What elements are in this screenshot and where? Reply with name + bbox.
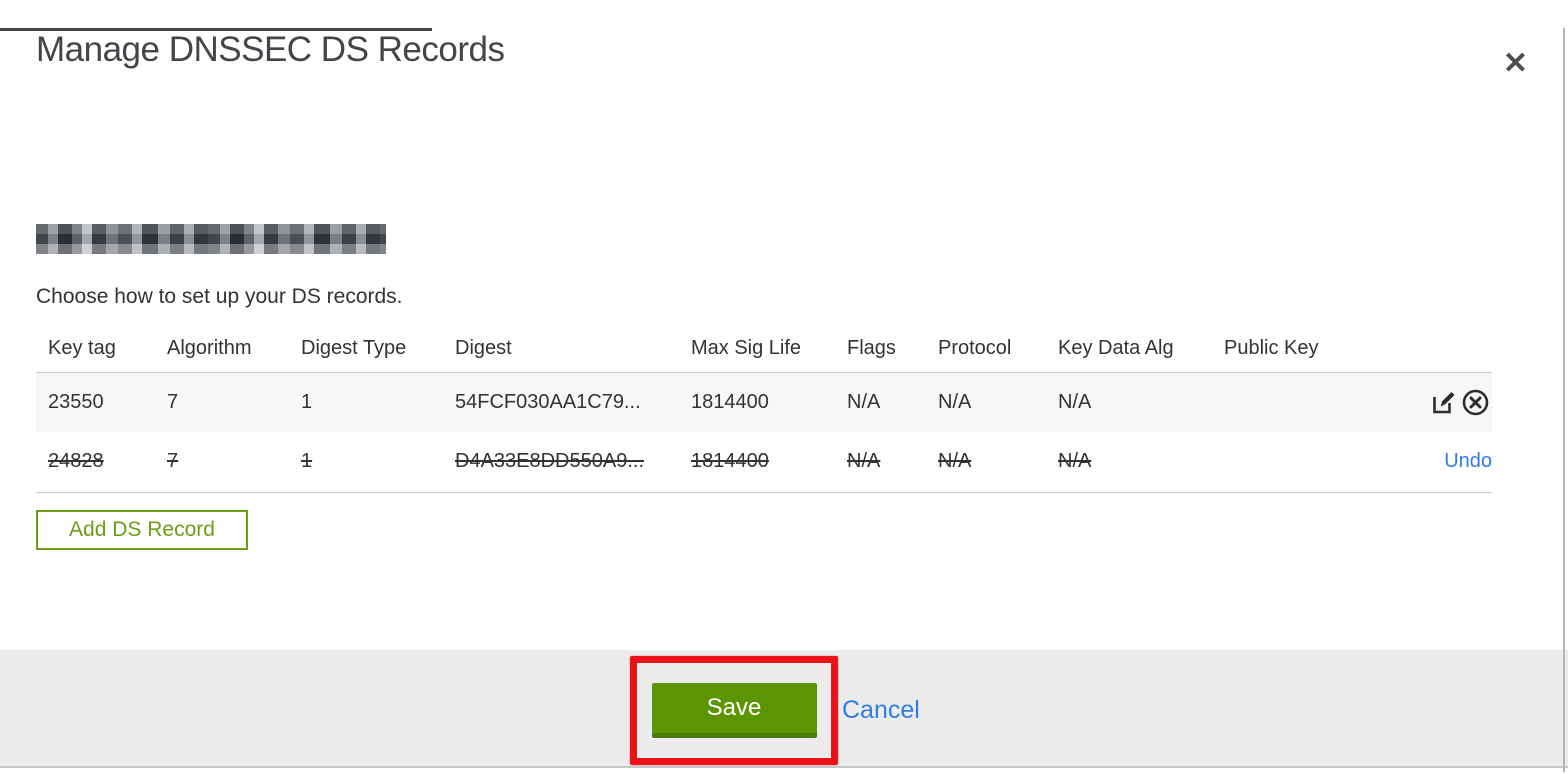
cell-protocol: N/A: [938, 390, 972, 413]
dnssec-modal-page: { "modal": { "title": "Manage DNSSEC DS …: [0, 28, 1568, 774]
cell-key-data-alg: N/A: [1058, 450, 1092, 473]
annotation-red-box: Save: [630, 656, 838, 765]
col-header-max-sig-life: Max Sig Life: [691, 337, 802, 360]
cell-flags: N/A: [847, 390, 881, 413]
table-row-deleted: 24828 7 1 D4A33E8DD550A9... 1814400 N/A …: [36, 432, 1492, 492]
modal-body: Manage DNSSEC DS Records Choose how to s…: [0, 28, 1568, 550]
cell-digest-type: 1: [301, 450, 313, 473]
undo-link[interactable]: Undo: [1444, 450, 1492, 472]
edit-icon[interactable]: [1428, 389, 1459, 416]
cell-flags: N/A: [847, 450, 881, 473]
save-button[interactable]: Save: [651, 683, 817, 738]
col-header-algorithm: Algorithm: [167, 337, 252, 360]
col-header-digest-type: Digest Type: [301, 337, 407, 360]
cell-digest-type: 1: [301, 390, 313, 413]
cell-public-key: [1224, 432, 1410, 492]
window-right-border: [1563, 28, 1565, 772]
table-row: 23550 7 1 54FCF030AA1C79... 1814400 N/A …: [36, 372, 1492, 432]
table-header-row: Key tag Algorithm Digest Type Digest Max…: [36, 326, 1492, 372]
cell-algorithm: 7: [167, 390, 179, 413]
remove-icon[interactable]: [1459, 388, 1492, 417]
page-title: Manage DNSSEC DS Records: [36, 30, 505, 69]
col-header-key-data-alg: Key Data Alg: [1058, 337, 1174, 360]
add-ds-record-button[interactable]: Add DS Record: [36, 509, 248, 550]
cell-public-key: [1224, 372, 1410, 432]
col-header-key-tag: Key tag: [48, 337, 116, 360]
cell-algorithm: 7: [167, 450, 179, 473]
col-header-digest: Digest: [455, 337, 512, 360]
cell-protocol: N/A: [938, 450, 972, 473]
col-header-public-key: Public Key: [1224, 337, 1319, 360]
instruction-text: Choose how to set up your DS records.: [36, 285, 403, 308]
col-header-actions: [1410, 326, 1492, 372]
cell-key-tag: 24828: [48, 450, 104, 473]
close-icon[interactable]: ✕: [1497, 48, 1534, 80]
cell-max-sig-life: 1814400: [691, 450, 769, 473]
row-actions: Undo: [1410, 432, 1492, 492]
cell-digest: 54FCF030AA1C79...: [455, 390, 641, 413]
domain-name-redacted: [36, 224, 386, 254]
cell-digest: D4A33E8DD550A9...: [455, 450, 645, 473]
row-actions: [1410, 372, 1492, 432]
ds-records-table: Key tag Algorithm Digest Type Digest Max…: [36, 326, 1492, 493]
cell-max-sig-life: 1814400: [691, 390, 769, 413]
cell-key-tag: 23550: [48, 390, 104, 413]
col-header-protocol: Protocol: [938, 337, 1012, 360]
cell-key-data-alg: N/A: [1058, 390, 1092, 413]
cancel-link[interactable]: Cancel: [842, 696, 920, 725]
window-edge-artifact: [0, 28, 432, 31]
col-header-flags: Flags: [847, 337, 896, 360]
modal-footer: Save Cancel: [0, 650, 1568, 768]
